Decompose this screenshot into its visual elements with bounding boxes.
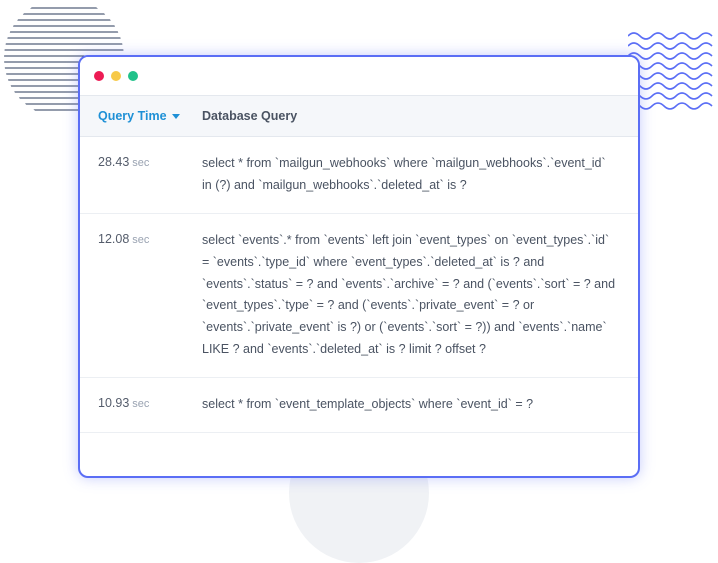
header-query-time[interactable]: Query Time [80,96,202,136]
header-time-label: Query Time [98,109,167,123]
table-header: Query Time Database Query [80,95,638,137]
cell-query: select * from `mailgun_webhooks` where `… [202,137,638,213]
cell-query: select `events`.* from `events` left joi… [202,214,638,377]
cell-query: select * from `event_template_objects` w… [202,378,638,432]
sort-desc-icon [172,114,180,119]
table-row[interactable]: 10.93sec select * from `event_template_o… [80,378,638,433]
table-row[interactable]: 28.43sec select * from `mailgun_webhooks… [80,137,638,214]
decor-wavy-right [628,28,718,118]
header-database-query[interactable]: Database Query [202,96,638,136]
cell-time: 10.93sec [80,378,202,432]
window-minimize-icon[interactable] [111,71,121,81]
cell-time: 28.43sec [80,137,202,213]
window-close-icon[interactable] [94,71,104,81]
table-body: 28.43sec select * from `mailgun_webhooks… [80,137,638,476]
window-maximize-icon[interactable] [128,71,138,81]
query-window: Query Time Database Query 28.43sec selec… [78,55,640,478]
cell-time: 12.08sec [80,214,202,377]
table-row[interactable]: 12.08sec select `events`.* from `events`… [80,214,638,378]
header-query-label: Database Query [202,109,297,123]
window-titlebar [80,57,638,95]
